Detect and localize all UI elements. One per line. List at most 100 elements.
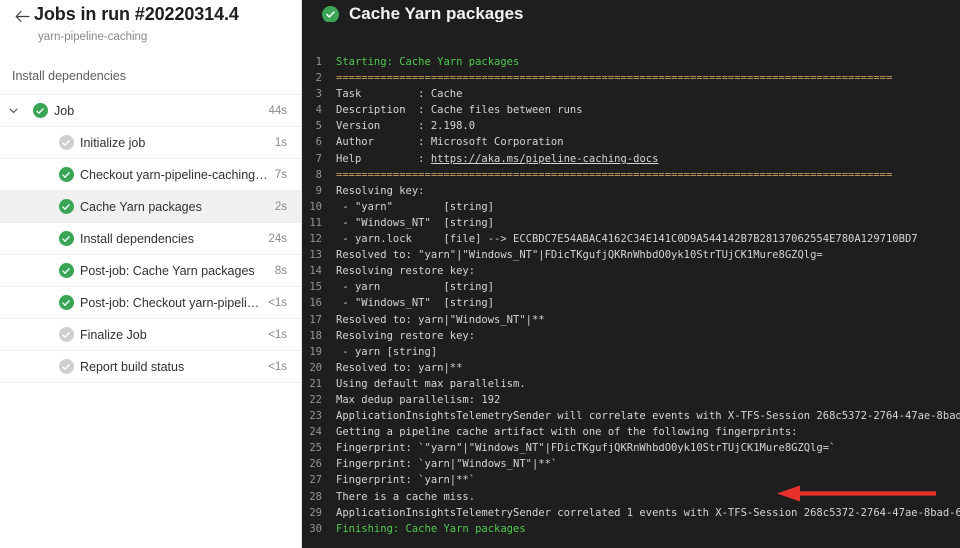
log-line-number: 19 [309,345,322,358]
log-line: 16 - "Windows_NT" [string] [302,295,960,311]
pipeline-name: yarn-pipeline-caching [38,31,148,43]
log-line-number: 26 [309,458,322,471]
log-line-text: ApplicationInsightsTelemetrySender will … [336,410,960,423]
log-line-text: - "yarn" [string] [336,200,495,213]
job-step-duration: <1s [268,296,287,309]
log-line-text: ApplicationInsightsTelemetrySender corre… [336,506,960,519]
log-line: 12 - yarn.lock [file] --> ECCBDC7E54ABAC… [302,231,960,247]
log-line: 6 Author : Microsoft Corporation [302,134,960,150]
log-line-number: 9 [315,184,322,197]
log-line-number: 23 [309,410,322,423]
log-line: 14 Resolving restore key: [302,263,960,279]
log-line-text: - yarn [string] [336,345,438,358]
chevron-down-icon[interactable] [0,105,26,116]
log-line-text: Resolved to: "yarn"|"Windows_NT"|FDicTKg… [336,249,823,262]
log-line-number: 1 [315,56,322,68]
job-step-label: Post-job: Cache Yarn packages [80,263,255,278]
log-line: 11 - "Windows_NT" [string] [302,215,960,231]
log-line: 10 - "yarn" [string] [302,199,960,215]
log-line: 27 Fingerprint: `yarn|**` [302,472,960,488]
log-line: 18 Resolving restore key: [302,328,960,344]
stage-section-label: Install dependencies [12,69,126,83]
log-line-text: Version : 2.198.0 [336,120,476,133]
job-step-row[interactable]: Post-job: Cache Yarn packages 8s [0,255,301,287]
log-line-number: 17 [309,313,322,326]
status-ok-icon [52,231,80,246]
log-line: 5 Version : 2.198.0 [302,118,960,134]
job-step-label: Checkout yarn-pipeline-caching@... [80,167,275,182]
job-step-row[interactable]: Cache Yarn packages 2s [0,191,301,223]
log-line: 15 - yarn [string] [302,279,960,295]
log-line: 23 ApplicationInsightsTelemetrySender wil… [302,408,960,424]
log-line-number: 21 [309,377,322,390]
log-line: 21 Using default max parallelism. [302,376,960,392]
log-line-number: 27 [309,474,322,487]
log-line: 7 Help : https://aka.ms/pipeline-caching-… [302,151,960,167]
status-skipped-icon [52,135,80,150]
log-line: 17 Resolved to: yarn|"Windows_NT"|** [302,312,960,328]
log-line-number: 18 [309,329,322,342]
log-line-number: 8 [315,168,322,181]
log-line: 9 Resolving key: [302,183,960,199]
job-step-label: Finalize Job [80,327,147,342]
log-content[interactable]: 1 Starting: Cache Yarn packages 2 =========… [302,22,960,548]
job-step-duration: 2s [274,200,287,213]
job-step-duration: <1s [268,328,287,341]
log-line-text: - "Windows_NT" [string] [336,216,495,229]
job-step-row[interactable]: Finalize Job <1s [0,319,301,351]
log-line-text: Resolved to: yarn|** [336,361,463,374]
job-step-row[interactable]: Report build status <1s [0,351,301,383]
job-step-row[interactable]: Install dependencies 24s [0,223,301,255]
log-line: 28 There is a cache miss. [302,489,960,505]
log-line-text: Author : Microsoft Corporation [336,136,564,149]
log-line-number: 24 [309,426,322,439]
pipeline-log-viewer: Jobs in run #20220314.4 yarn-pipeline-ca… [0,0,960,548]
job-step-row[interactable]: Initialize job 1s [0,127,301,159]
log-line: 1 Starting: Cache Yarn packages [302,54,960,70]
job-steps-list: Job 44s Initialize job 1s Checkout yarn-pipe… [0,94,301,383]
log-line-number: 7 [315,152,322,165]
back-arrow-icon[interactable] [10,4,34,28]
job-step-row[interactable]: Checkout yarn-pipeline-caching@... 7s [0,159,301,191]
sidebar-header: Jobs in run #20220314.4 yarn-pipeline-ca… [0,0,301,94]
log-line-text: - yarn [string] [336,281,495,294]
job-step-label: Post-job: Checkout yarn-pipelin... [80,295,265,310]
log-line-text: Resolving restore key: [336,329,476,342]
log-line-number: 30 [309,522,322,535]
log-line-number: 5 [315,120,322,133]
log-line: 13 Resolved to: "yarn"|"Windows_NT"|FDicT… [302,247,960,263]
log-line: 22 Max dedup parallelism: 192 [302,392,960,408]
help-link[interactable]: https://aka.ms/pipeline-caching-docs [431,153,659,165]
job-step-label: Report build status [80,359,185,374]
log-line-text: ========================================… [336,72,893,85]
log-line-text: Getting a pipeline cache artifact with o… [336,426,798,439]
log-line-text: ========================================… [336,168,893,181]
log-line-text: Using default max parallelism. [336,377,526,390]
log-line-number: 28 [309,490,322,503]
log-line-text: Fingerprint: `yarn|"Windows_NT"|**` [336,458,558,471]
job-step-label: Job [54,103,75,118]
job-step-row[interactable]: Job 44s [0,95,301,127]
job-step-duration: 7s [274,168,287,181]
page-title: Jobs in run #20220314.4 [34,4,239,24]
status-ok-icon [52,263,80,278]
log-line-number: 25 [309,442,322,455]
job-step-duration: 44s [268,104,287,117]
log-line-text: Fingerprint: `yarn|**` [336,474,476,487]
log-line: 2 =======================================… [302,70,960,86]
log-line-number: 6 [315,136,322,149]
log-line: 26 Fingerprint: `yarn|"Windows_NT"|**` [302,456,960,472]
log-line: 24 Getting a pipeline cache artifact with… [302,424,960,440]
log-line-number: 14 [309,265,322,278]
log-line-text: Help : https://aka.ms/pipeline-caching-d… [336,152,659,165]
log-line-text: Resolving restore key: [336,265,476,278]
job-step-duration: 1s [274,136,287,149]
log-line-number: 13 [309,249,322,262]
sidebar-title-row: Jobs in run #20220314.4 [0,0,301,28]
job-step-label: Cache Yarn packages [80,199,202,214]
log-line-number: 16 [309,297,322,310]
log-line: 20 Resolved to: yarn|** [302,360,960,376]
job-step-row[interactable]: Post-job: Checkout yarn-pipelin... <1s [0,287,301,319]
jobs-sidebar: Jobs in run #20220314.4 yarn-pipeline-ca… [0,0,302,548]
log-line-number: 11 [309,216,322,229]
